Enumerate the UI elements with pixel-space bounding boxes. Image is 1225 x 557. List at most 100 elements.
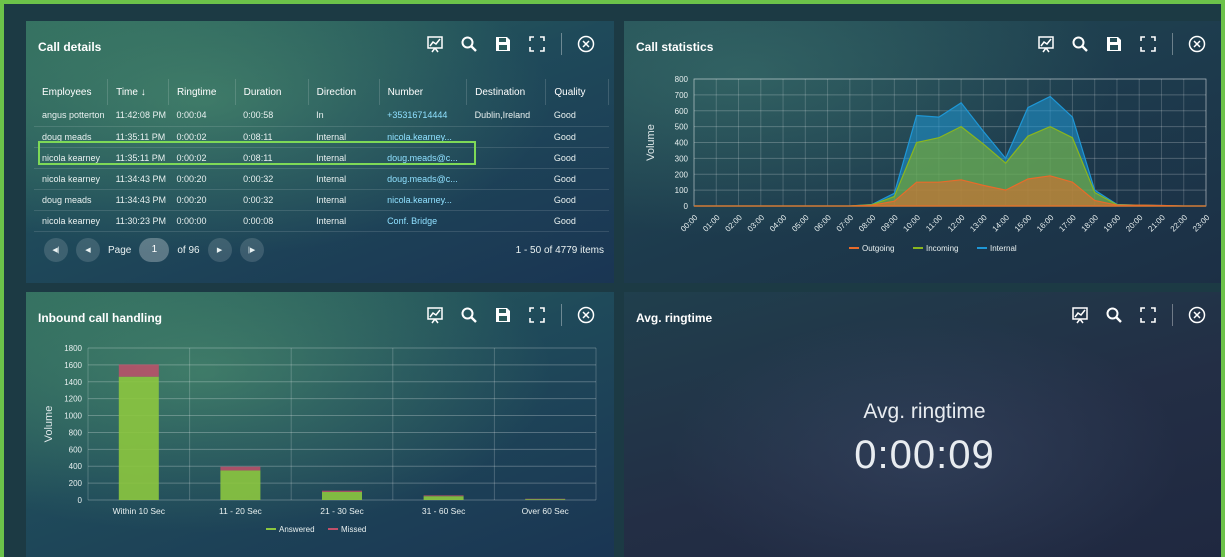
table-row[interactable]: doug meads 11:35:11 PM 0:00:02 0:08:11 Inter… [34, 126, 609, 148]
save-icon[interactable] [493, 34, 513, 54]
search-icon[interactable] [1104, 305, 1124, 325]
x-tick-label: 10:00 [901, 213, 922, 234]
fullscreen-icon[interactable] [527, 34, 547, 54]
table-header-row: Employees Time ↓ Ringtime Duration Direction… [34, 79, 609, 105]
table-cell: Good [545, 168, 609, 190]
y-tick-label: 200 [69, 479, 83, 488]
x-tick-label: 22:00 [1169, 213, 1190, 234]
x-tick-label: 06:00 [812, 213, 833, 234]
table-row[interactable]: nicola kearney 11:34:43 PM 0:00:20 0:00:32 I… [34, 168, 609, 190]
table-cell: Good [545, 147, 609, 169]
x-tick-label: 17:00 [1057, 213, 1078, 234]
table-row[interactable]: angus potterton 11:42:08 PM 0:00:04 0:00:58… [34, 105, 609, 127]
column-header[interactable]: Time ↓ [107, 79, 169, 105]
column-header[interactable]: Direction [308, 79, 380, 105]
y-tick-label: 300 [675, 154, 689, 163]
x-tick-label: 05:00 [790, 213, 811, 234]
items-count: 1 - 50 of 4779 items [515, 245, 604, 256]
legend-label: Internal [990, 244, 1017, 253]
inbound-call-handling-panel: Inbound call handling 0 200 400 600 800 1000 1… [26, 292, 614, 557]
table-cell: doug.meads@c... [379, 147, 467, 169]
legend-label: Incoming [926, 244, 958, 253]
avg-ringtime-label: Avg. ringtime [863, 400, 986, 423]
bar-answered [423, 496, 464, 500]
fullscreen-icon[interactable] [1138, 305, 1158, 325]
x-tick-label: 03:00 [746, 213, 767, 234]
table-cell: nicola kearney [34, 147, 108, 169]
x-tick-label: 11:00 [924, 213, 944, 233]
y-tick-label: 400 [675, 139, 689, 148]
y-tick-label: 800 [69, 428, 83, 437]
search-icon[interactable] [459, 34, 479, 54]
y-tick-label: 200 [675, 170, 689, 179]
y-tick-label: 600 [675, 107, 689, 116]
table-cell: In [308, 105, 380, 127]
table-cell: angus potterton [34, 105, 108, 127]
page-input[interactable]: 1 [139, 238, 170, 262]
y-tick-label: 400 [69, 462, 83, 471]
table-cell: 0:00:32 [235, 189, 309, 211]
call-details-panel: Call details Employees Time ↓ Ringtime Dura… [26, 21, 614, 283]
page-count: of 96 [177, 244, 200, 256]
y-tick-label: 700 [675, 91, 689, 100]
x-tick-label: 16:00 [1035, 213, 1056, 234]
chart-icon[interactable] [425, 34, 445, 54]
table-cell: Internal [308, 126, 380, 148]
y-tick-label: 0 [78, 496, 83, 505]
call-details-table: Employees Time ↓ Ringtime Duration Direction… [34, 79, 609, 232]
next-page-icon[interactable]: ▶ [207, 238, 232, 262]
panel-title: Avg. ringtime [636, 311, 713, 325]
table-cell: 0:00:58 [235, 105, 309, 127]
last-page-icon[interactable]: |▶ [239, 238, 264, 262]
bar-missed [322, 490, 362, 492]
x-tick-label: 00:00 [679, 213, 700, 234]
table-row[interactable]: doug meads 11:34:43 PM 0:00:20 0:00:32 Inter… [34, 189, 609, 211]
x-tick-label: 08:00 [857, 213, 878, 234]
first-page-icon[interactable]: ◀| [44, 238, 68, 262]
table-cell: Internal [308, 189, 380, 211]
toolbar-separator [1172, 304, 1173, 326]
table-row[interactable]: nicola kearney 11:35:11 PM 0:00:02 0:08:11 I… [34, 147, 609, 169]
y-axis-label: Volume [43, 406, 55, 443]
table-cell: Internal [308, 168, 380, 190]
table-cell: nicola.kearney... [379, 189, 467, 211]
column-header[interactable]: Quality [545, 79, 609, 105]
y-tick-label: 1200 [64, 395, 82, 404]
column-header[interactable]: Ringtime [168, 79, 236, 105]
y-tick-label: 1000 [64, 412, 82, 421]
column-header[interactable]: Number [379, 79, 468, 105]
panel-title: Call details [38, 40, 102, 54]
x-tick-label: 23:00 [1191, 213, 1212, 234]
table-cell: doug meads [34, 126, 108, 148]
chart-icon[interactable] [1070, 305, 1090, 325]
avg-ringtime-value: 0:00:09 [854, 433, 995, 477]
panel-toolbar [425, 33, 596, 55]
dashboard-frame: Call details Employees Time ↓ Ringtime Dura… [0, 0, 1225, 557]
column-header[interactable]: Duration [235, 79, 309, 105]
bar-answered [525, 499, 566, 500]
bar-missed [220, 466, 261, 471]
table-cell: 0:00:32 [235, 168, 309, 190]
x-tick-label: 21 - 30 Sec [320, 506, 364, 516]
table-cell: Good [545, 105, 609, 127]
call-statistics-panel: Call statistics 0 100 200 300 400 500 600 700 80… [624, 21, 1221, 283]
column-header[interactable]: Destination [466, 79, 547, 105]
close-icon[interactable] [1187, 305, 1207, 325]
table-cell [466, 168, 546, 190]
x-tick-label: 07:00 [835, 213, 856, 234]
x-tick-label: 18:00 [1080, 213, 1101, 234]
table-cell: 11:34:43 PM [107, 168, 169, 190]
y-tick-label: 800 [675, 75, 689, 84]
prev-page-icon[interactable]: ◀ [76, 238, 100, 262]
table-cell: 0:00:02 [168, 126, 236, 148]
close-icon[interactable] [576, 34, 596, 54]
x-tick-label: Within 10 Sec [113, 506, 166, 516]
table-cell: Dublin,Ireland [466, 105, 546, 127]
partially-hidden-row [36, 224, 606, 230]
y-tick-label: 1600 [64, 361, 82, 370]
bar-answered [322, 491, 362, 500]
x-tick-label: Over 60 Sec [522, 506, 570, 516]
column-header[interactable]: Employees [34, 79, 109, 105]
table-cell: 0:00:02 [168, 147, 236, 169]
x-tick-label: 15:00 [1013, 213, 1034, 234]
